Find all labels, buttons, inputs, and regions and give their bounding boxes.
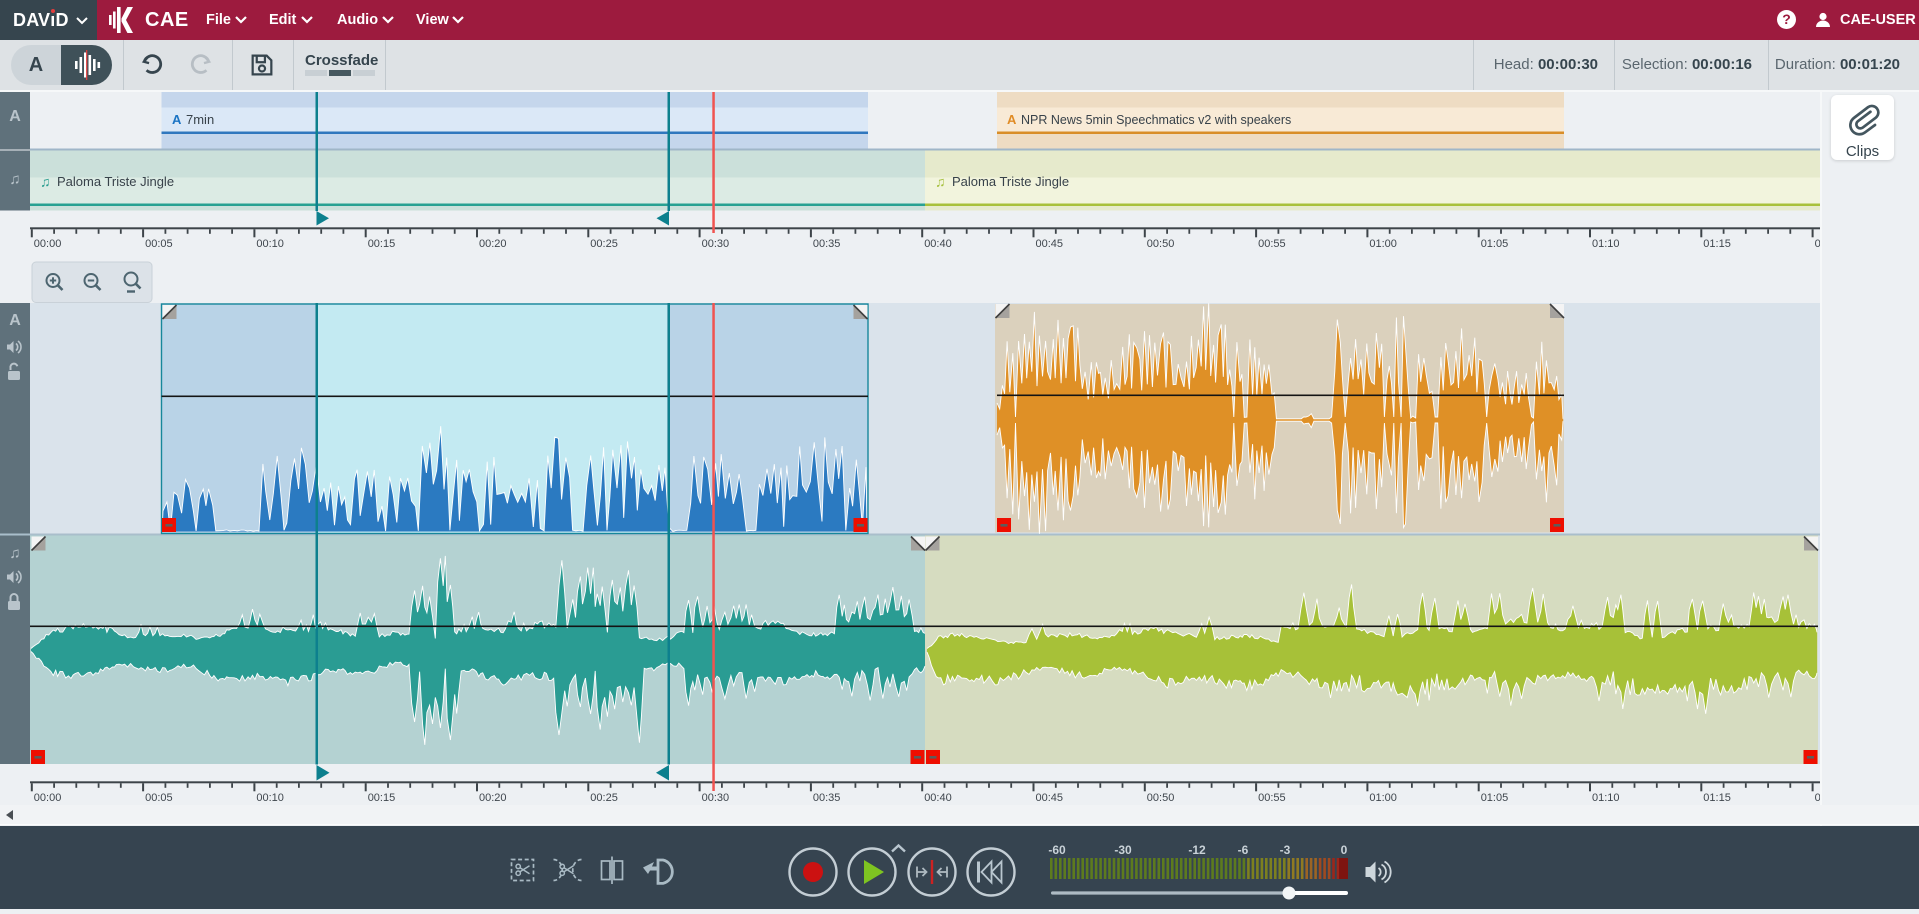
svg-text:01:15: 01:15 [1703,792,1731,804]
svg-text:7min: 7min [186,112,214,127]
svg-text:00:40: 00:40 [924,238,952,250]
svg-text:Paloma Triste Jingle: Paloma Triste Jingle [57,174,174,189]
svg-text:-12: -12 [1188,843,1206,857]
svg-text:00:25: 00:25 [590,238,618,250]
svg-text:00:20: 00:20 [479,792,507,804]
svg-text:NPR News 5min Speechmatics v2: NPR News 5min Speechmatics v2 with speak… [1021,113,1291,127]
svg-text:00:25: 00:25 [590,792,618,804]
svg-text:A: A [172,112,182,127]
svg-text:♫: ♫ [935,174,946,190]
svg-text:♫: ♫ [9,171,20,188]
svg-text:00:35: 00:35 [813,238,841,250]
svg-text:00:05: 00:05 [145,792,173,804]
svg-text:♫: ♫ [40,174,51,190]
svg-text:00:00: 00:00 [34,792,62,804]
svg-text:00:10: 00:10 [256,792,284,804]
svg-text:00:55: 00:55 [1258,238,1286,250]
svg-text:00:45: 00:45 [1036,238,1064,250]
svg-text:00:00: 00:00 [34,238,62,250]
svg-text:0: 0 [1341,843,1348,857]
svg-text:01:15: 01:15 [1703,238,1731,250]
svg-text:00:50: 00:50 [1147,238,1175,250]
svg-text:00:35: 00:35 [813,792,841,804]
svg-text:00:15: 00:15 [368,792,396,804]
svg-text:00:05: 00:05 [145,238,173,250]
svg-text:00:55: 00:55 [1258,792,1286,804]
svg-text:01:10: 01:10 [1592,792,1620,804]
svg-text:01:05: 01:05 [1481,238,1509,250]
svg-text:A: A [1007,112,1017,127]
svg-text:-60: -60 [1048,843,1066,857]
svg-text:00:45: 00:45 [1036,792,1064,804]
svg-text:-30: -30 [1114,843,1132,857]
svg-text:01:00: 01:00 [1369,792,1397,804]
svg-text:A: A [9,312,21,329]
svg-text:00:20: 00:20 [479,238,507,250]
svg-text:Paloma Triste Jingle: Paloma Triste Jingle [952,174,1069,189]
svg-text:-6: -6 [1238,843,1249,857]
svg-text:00:30: 00:30 [702,238,730,250]
svg-text:00:40: 00:40 [924,792,952,804]
svg-text:01:05: 01:05 [1481,792,1509,804]
svg-text:01:10: 01:10 [1592,238,1620,250]
svg-text:♫: ♫ [9,545,20,562]
svg-text:00:30: 00:30 [702,792,730,804]
svg-text:-3: -3 [1280,843,1291,857]
svg-text:00:15: 00:15 [368,238,396,250]
svg-text:00:50: 00:50 [1147,792,1175,804]
svg-text:00:10: 00:10 [256,238,284,250]
svg-text:01:00: 01:00 [1369,238,1397,250]
svg-text:A: A [9,108,21,125]
